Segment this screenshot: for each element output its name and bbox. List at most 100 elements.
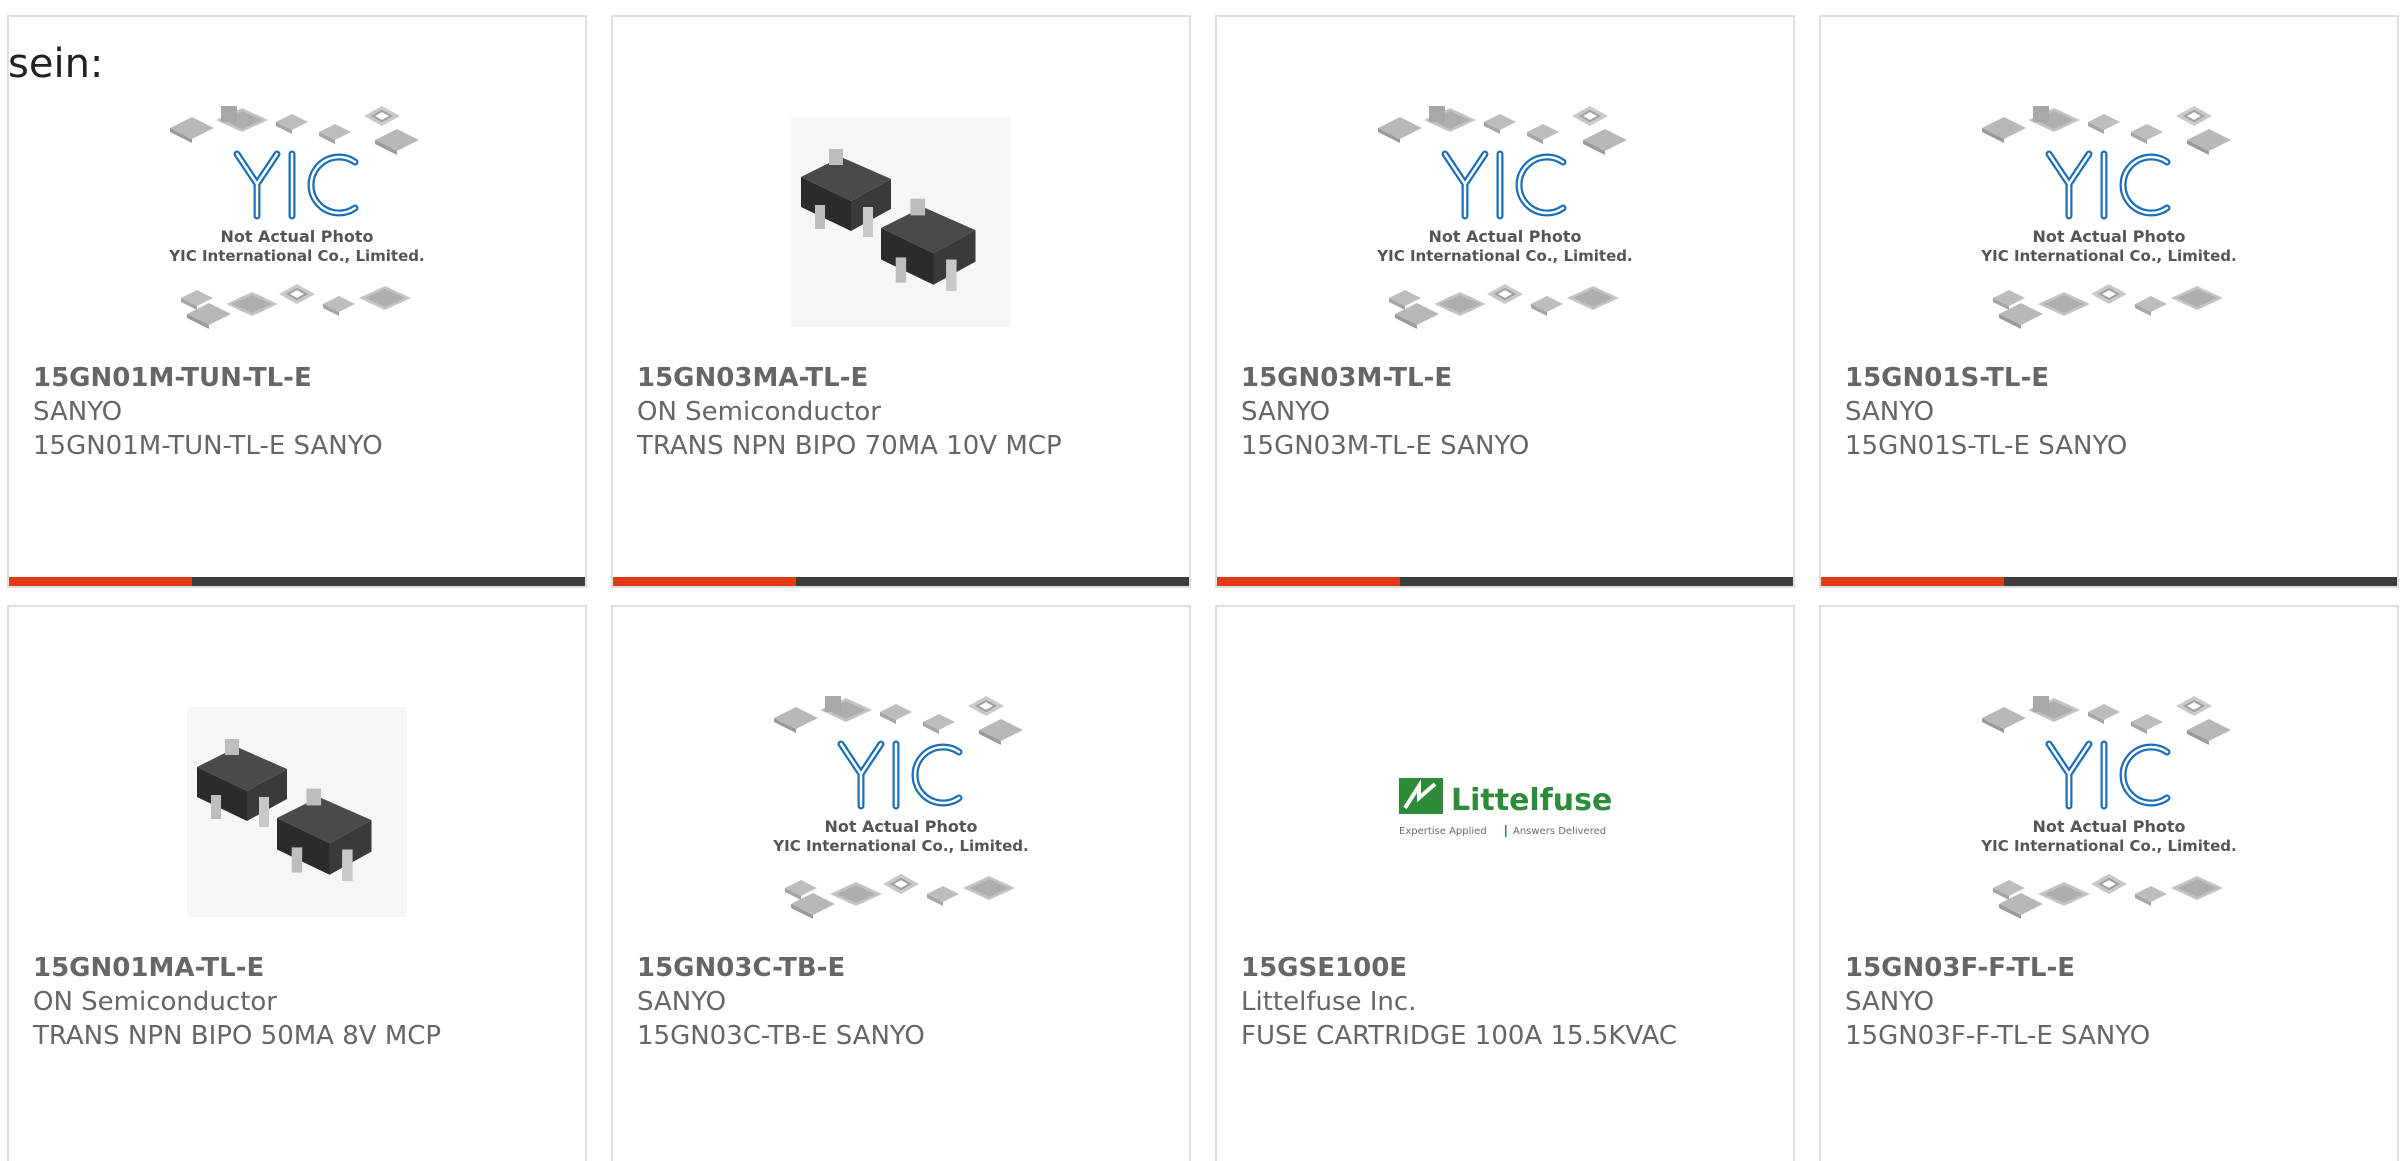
littelfuse-tagline-right: Answers Delivered [1513,826,1606,837]
product-description: 15GN01M-TUN-TL-E SANYO [33,431,383,461]
chip-icon [1434,292,1486,316]
product-description: 15GN03M-TL-E SANYO [1241,431,1530,461]
manufacturer-name: Littelfuse Inc. [1241,987,1417,1017]
chip-icon [1583,129,1627,155]
chip-icon [279,284,315,304]
yic-placeholder-image: Not Actual PhotoYIC International Co., L… [1980,106,2237,329]
chip-icon [2088,114,2120,134]
part-number[interactable]: 15GN03F-F-TL-E [1845,951,2377,985]
littelfuse-tagline-left: Expertise Applied [1399,826,1487,837]
chip-icon [2091,874,2127,894]
placeholder-caption-line2: YIC International Co., Limited. [772,837,1028,855]
chip-icon [1982,117,2026,143]
chip-icon [927,886,959,906]
part-number[interactable]: 15GN03M-TL-E [1241,361,1773,395]
card-accent-bar [613,577,796,586]
chip-icon [1487,284,1523,304]
yic-placeholder-image: Not Actual PhotoYIC International Co., L… [772,696,1029,919]
product-card[interactable]: Not Actual Photo YIC International Co., L… [1819,15,2399,588]
part-number[interactable]: 15GSE100E [1241,951,1773,985]
placeholder-caption-line2: YIC International Co., Limited. [1980,837,2236,855]
chip-icon [830,882,882,906]
product-card[interactable]: Not Actual Photo YIC International Co., L… [1215,15,1795,588]
part-number[interactable]: 15GN01S-TL-E [1845,361,2377,395]
placeholder-caption-line1: Not Actual Photo [220,227,373,246]
manufacturer-name: ON Semiconductor [33,987,277,1017]
product-description: TRANS NPN BIPO 50MA 8V MCP [33,1021,442,1051]
part-number[interactable]: 15GN03C-TB-E [637,951,1169,985]
chip-icon [2135,296,2167,316]
chip-icon [2131,124,2163,144]
product-description: TRANS NPN BIPO 70MA 10V MCP [637,431,1062,461]
chip-icon [2171,876,2223,900]
card-accent-bar [1217,577,1400,586]
littelfuse-mark-icon [1399,778,1443,814]
card-bottom-bar [1821,577,2397,586]
yic-logo-icon [2045,740,2171,810]
yic-placeholder-image: Not Actual PhotoYIC International Co., L… [1376,106,1633,329]
placeholder-caption-line2: YIC International Co., Limited. [168,247,424,265]
chip-icon [1484,114,1516,134]
chip-icon [170,117,214,143]
chip-icon [968,696,1004,716]
product-info: 15GN03F-F-TL-E SANYO 15GN03F-F-TL-E SANY… [1845,951,2377,1053]
product-card[interactable]: 15GN01MA-TL-E ON Semiconductor TRANS NPN… [7,605,587,1161]
product-image: Not Actual Photo YIC International Co., L… [1969,87,2249,357]
chip-icon [2176,696,2212,716]
product-image: Not Actual Photo YIC International Co., L… [1365,87,1645,357]
yic-logo-icon [233,150,359,220]
product-image: Littelfuse Expertise Applied Answers Deliv… [1365,677,1645,947]
chip-icon [2131,714,2163,734]
chip-icon [963,876,1015,900]
placeholder-caption-line2: YIC International Co., Limited. [1980,247,2236,265]
card-bottom-bar [9,577,585,586]
yic-logo-icon [1441,150,1567,220]
intro-text: sein: [8,41,104,87]
placeholder-caption-line2: YIC International Co., Limited. [1376,247,1632,265]
chip-icon [323,296,355,316]
part-number[interactable]: 15GN03MA-TL-E [637,361,1169,395]
chip-icon [1531,296,1563,316]
product-card[interactable]: 15GN03MA-TL-E ON Semiconductor TRANS NPN… [611,15,1191,588]
part-number[interactable]: 15GN01M-TUN-TL-E [33,361,565,395]
product-image: Not Actual Photo YIC International Co., L… [157,87,437,357]
product-info: 15GSE100E Littelfuse Inc. FUSE CARTRIDGE… [1241,951,1773,1053]
product-card[interactable]: Littelfuse Expertise Applied Answers Deliv… [1215,605,1795,1161]
chip-icon [774,707,818,733]
chip-icon [979,719,1023,745]
product-card[interactable]: Not Actual Photo YIC International Co., L… [611,605,1191,1161]
chip-icon [883,874,919,894]
part-number[interactable]: 15GN01MA-TL-E [33,951,565,985]
product-info: 15GN03M-TL-E SANYO 15GN03M-TL-E SANYO [1241,361,1773,463]
chip-icon [276,114,308,134]
chip-icon [2088,704,2120,724]
yic-placeholder-image: Not Actual PhotoYIC International Co., L… [168,106,425,329]
chip-icon [1527,124,1559,144]
chip-icon [1982,707,2026,733]
card-accent-bar [9,577,192,586]
product-card[interactable]: Not Actual Photo YIC International Co., L… [7,15,587,588]
manufacturer-name: SANYO [33,397,123,427]
product-info: 15GN01M-TUN-TL-E SANYO 15GN01M-TUN-TL-E … [33,361,565,463]
product-card[interactable]: Not Actual Photo YIC International Co., L… [1819,605,2399,1161]
product-description: 15GN03F-F-TL-E SANYO [1845,1021,2151,1051]
product-image [157,677,437,947]
yic-placeholder-image: Not Actual PhotoYIC International Co., L… [1980,696,2237,919]
manufacturer-name: SANYO [1845,397,1935,427]
card-accent-bar [1821,577,2004,586]
placeholder-caption-line1: Not Actual Photo [1428,227,1581,246]
chip-icon [2171,286,2223,310]
card-bottom-bar [613,577,1189,586]
product-description: FUSE CARTRIDGE 100A 15.5KVAC [1241,1021,1677,1051]
chip-icon [2176,106,2212,126]
chip-icon [2091,284,2127,304]
product-image: Not Actual Photo YIC International Co., L… [1969,677,2249,947]
chip-icon [226,292,278,316]
chip-icon [2038,882,2090,906]
chip-icon [1567,286,1619,310]
product-grid: Not Actual Photo YIC International Co., L… [7,15,2399,1161]
manufacturer-name: SANYO [637,987,727,1017]
transistor-photo [187,707,407,917]
chip-icon [880,704,912,724]
yic-logo-icon [837,740,963,810]
